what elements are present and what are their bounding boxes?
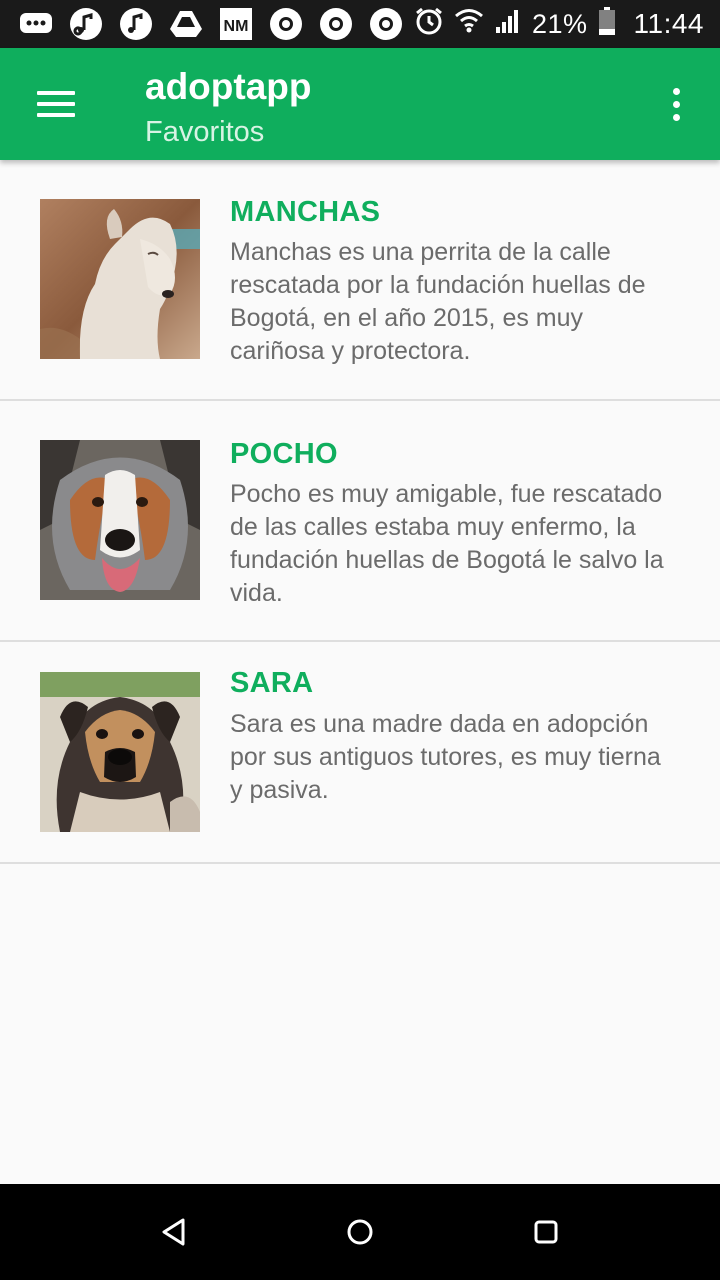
nm-label: NM [224, 18, 249, 35]
drive-icon [168, 6, 204, 42]
pet-description: Manchas es una perrita de la calle resca… [230, 238, 646, 365]
navigation-bar [0, 1184, 720, 1280]
nm-app-icon: NM [218, 6, 254, 42]
messages-icon [18, 6, 54, 42]
alarm-icon [414, 6, 444, 43]
list-item[interactable]: MANCHAS Manchas es una perrita de la cal… [0, 160, 720, 401]
back-icon [162, 1218, 185, 1246]
chrome-icon [318, 6, 354, 42]
more-vert-icon-dot [672, 113, 680, 121]
battery-percent: 21% [531, 8, 588, 39]
more-vert-icon [672, 87, 680, 95]
page-subtitle: Favoritos [145, 116, 265, 148]
back-button[interactable] [154, 1212, 194, 1252]
system-status: 21% 11:44 [414, 6, 704, 43]
hamburger-icon-line [37, 102, 75, 106]
recents-icon [534, 1220, 558, 1244]
pet-description: Sara es una madre dada en adopción por s… [230, 710, 661, 804]
home-button[interactable] [340, 1212, 380, 1252]
list-item[interactable]: POCHO Pocho es muy amigable, fue rescata… [0, 401, 720, 642]
pet-name: POCHO [230, 438, 338, 470]
more-vert-icon-dot [672, 100, 680, 108]
home-icon [347, 1219, 373, 1245]
hamburger-icon [37, 91, 75, 95]
music-app-icon [68, 6, 104, 42]
status-bar: NM 21% 11:44 [0, 0, 720, 48]
music-app-icon [118, 6, 154, 42]
pet-photo [40, 199, 200, 359]
pet-name: SARA [230, 667, 314, 699]
app-bar: adoptapp Favoritos [0, 48, 720, 160]
favorites-list: MANCHAS Manchas es una perrita de la cal… [0, 160, 720, 864]
chrome-icon [268, 6, 304, 42]
pet-description: Pocho es muy amigable, fue rescatado de … [230, 480, 664, 607]
more-options-button[interactable] [656, 82, 696, 126]
wifi-icon [454, 7, 484, 42]
chrome-icon [368, 6, 404, 42]
battery-icon [598, 6, 616, 43]
menu-button[interactable] [26, 78, 86, 130]
pet-name: MANCHAS [230, 196, 381, 228]
clock: 11:44 [633, 8, 704, 39]
recents-button[interactable] [526, 1212, 566, 1252]
list-item[interactable]: SARA Sara es una madre dada en adopción … [0, 642, 720, 864]
app-title: adoptapp [145, 66, 312, 107]
pet-photo [40, 672, 200, 832]
pet-photo [40, 440, 200, 600]
notification-icons: NM [18, 6, 404, 42]
hamburger-icon-line [37, 113, 75, 117]
signal-icon [494, 7, 522, 42]
